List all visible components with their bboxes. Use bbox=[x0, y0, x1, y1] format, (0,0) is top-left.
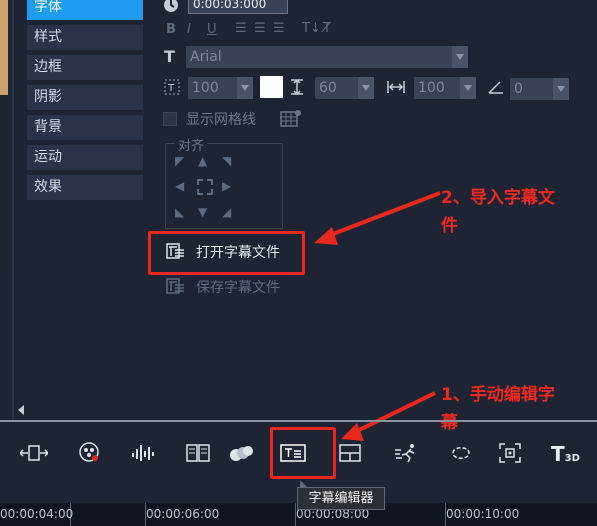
line-spacing-dropdown[interactable]: 60 bbox=[315, 77, 374, 99]
align-bottom-left-icon[interactable]: ◣ bbox=[175, 205, 184, 219]
rotation-icon bbox=[488, 79, 504, 99]
category-style[interactable]: 样式 bbox=[27, 25, 143, 50]
font-family-icon: T bbox=[164, 47, 175, 66]
motion-tracking-icon[interactable] bbox=[394, 443, 420, 467]
annotation-import-line2: 件 bbox=[441, 216, 458, 236]
line-spacing-icon bbox=[289, 78, 305, 99]
clock-icon bbox=[163, 0, 179, 17]
mask-icon[interactable] bbox=[449, 443, 473, 467]
align-center-icon[interactable] bbox=[197, 179, 213, 195]
category-font[interactable]: 字体 bbox=[27, 0, 143, 20]
fit-icon[interactable] bbox=[18, 443, 50, 467]
font-size-icon: T bbox=[164, 79, 180, 99]
annotation-arrow-manual bbox=[341, 391, 436, 441]
align-group-label: 对齐 bbox=[175, 135, 208, 154]
show-grid-checkbox[interactable] bbox=[163, 112, 177, 126]
subtitle-editor-icon[interactable] bbox=[280, 443, 306, 467]
annotation-box-import bbox=[148, 231, 305, 275]
save-subtitle-button[interactable]: 保存字幕文件 bbox=[196, 277, 280, 297]
category-effect[interactable]: 效果 bbox=[27, 175, 143, 200]
category-background[interactable]: 背景 bbox=[27, 115, 143, 140]
stepper-icon bbox=[553, 78, 569, 100]
record-icon[interactable] bbox=[78, 441, 102, 469]
chevron-down-icon bbox=[452, 46, 468, 68]
timecode-label: 00:00:04:00 bbox=[0, 507, 74, 521]
font-color-swatch[interactable] bbox=[260, 76, 283, 98]
font-size-dropdown[interactable]: 100 bbox=[188, 77, 253, 99]
preview-strip bbox=[0, 0, 8, 270]
svg-text:T: T bbox=[167, 83, 175, 94]
category-border[interactable]: 边框 bbox=[27, 55, 143, 80]
align-bottom-icon[interactable]: ▼ bbox=[198, 205, 207, 219]
save-subtitle-icon bbox=[166, 278, 186, 298]
align-top-left-icon[interactable]: ◤ bbox=[175, 154, 184, 168]
font-family-value: Arial bbox=[190, 49, 222, 65]
annotation-import-line1: 2、导入字幕文 bbox=[441, 188, 555, 208]
3d-title-icon[interactable]: T3D bbox=[551, 442, 580, 466]
grid-settings-icon[interactable] bbox=[280, 109, 302, 131]
chevron-down-icon bbox=[237, 77, 253, 99]
audio-icon[interactable] bbox=[131, 443, 157, 467]
timecode-label: 00:00:06:00 bbox=[146, 507, 220, 521]
bold-icon[interactable]: B bbox=[166, 22, 176, 37]
font-family-dropdown[interactable]: Arial bbox=[186, 46, 468, 68]
chevron-down-icon bbox=[460, 77, 476, 99]
annotation-manual-line1: 1、手动编辑字 bbox=[441, 385, 555, 405]
font-size-value: 100 bbox=[192, 80, 219, 96]
rotation-value: 0 bbox=[514, 81, 523, 97]
align-right-arrow-icon[interactable]: ▶ bbox=[222, 179, 231, 193]
align-left-icon[interactable]: ☰ bbox=[235, 21, 247, 36]
duration-field[interactable]: 0:00:03:000 bbox=[188, 0, 288, 14]
tooltip: 字幕编辑器 bbox=[297, 487, 385, 510]
overlay-icon[interactable] bbox=[228, 443, 254, 467]
category-motion[interactable]: 运动 bbox=[27, 145, 143, 170]
annotation-arrow-import bbox=[314, 191, 441, 245]
italic-icon[interactable]: I bbox=[187, 22, 191, 37]
show-grid-label: 显示网格线 bbox=[186, 112, 256, 128]
timecode-label: 00:00:10:00 bbox=[446, 507, 520, 521]
char-spacing-dropdown[interactable]: 100 bbox=[414, 77, 476, 99]
toolbar-divider bbox=[0, 420, 597, 422]
char-spacing-icon bbox=[387, 79, 405, 99]
align-bottom-right-icon[interactable]: ◢ bbox=[222, 205, 231, 219]
text-direction-alt-icon[interactable]: T̸ bbox=[323, 21, 331, 36]
line-spacing-value: 60 bbox=[319, 80, 337, 96]
text-direction-icon[interactable]: T↓ bbox=[302, 21, 321, 36]
multicam-icon[interactable] bbox=[186, 443, 210, 467]
crop-icon[interactable] bbox=[499, 443, 521, 467]
align-center-icon[interactable]: ☰ bbox=[254, 21, 266, 36]
align-right-icon[interactable]: ☰ bbox=[273, 21, 285, 36]
collapse-arrow-icon[interactable] bbox=[18, 405, 24, 415]
panel-divider bbox=[12, 0, 14, 420]
align-top-right-icon[interactable]: ◥ bbox=[222, 154, 231, 168]
split-screen-icon[interactable] bbox=[339, 444, 361, 466]
char-spacing-value: 100 bbox=[418, 80, 445, 96]
category-shadow[interactable]: 阴影 bbox=[27, 85, 143, 110]
rotation-stepper[interactable]: 0 bbox=[510, 78, 569, 100]
align-top-icon[interactable]: ▲ bbox=[198, 154, 207, 168]
align-left-arrow-icon[interactable]: ◀ bbox=[175, 179, 184, 193]
chevron-down-icon bbox=[358, 77, 374, 99]
underline-icon[interactable]: U bbox=[207, 22, 217, 37]
annotation-manual-line2: 幕 bbox=[441, 413, 458, 433]
